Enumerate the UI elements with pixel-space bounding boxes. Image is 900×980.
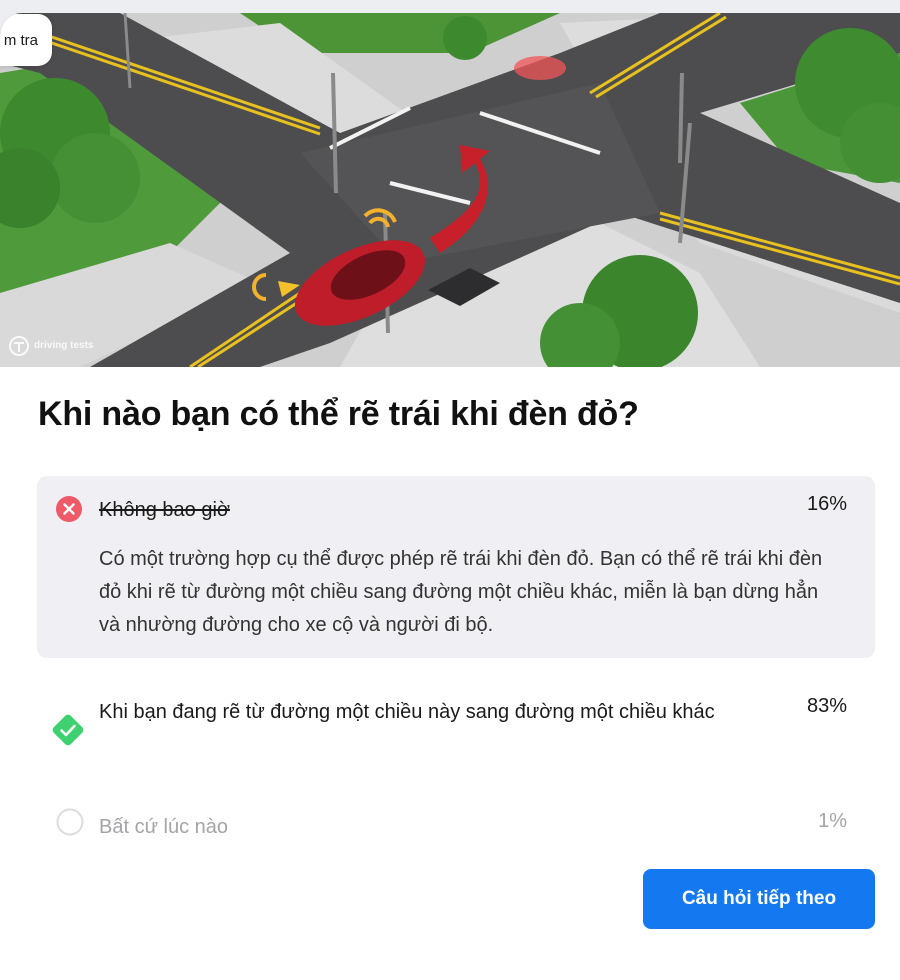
answer-text: Bất cứ lúc nào xyxy=(99,816,229,838)
answer-percent: 1% xyxy=(818,810,847,832)
answer-option-correct[interactable]: Khi bạn đang rẽ từ đường một chiều này s… xyxy=(37,685,875,775)
driving-tests-logo: driving tests xyxy=(8,335,93,357)
question-title: Khi nào bạn có thể rẽ trái khi đèn đỏ? xyxy=(38,395,639,433)
logo-text: driving tests xyxy=(34,340,94,351)
wrong-icon xyxy=(56,496,82,522)
radio-empty-icon xyxy=(56,808,84,836)
next-question-button[interactable]: Câu hỏi tiếp theo xyxy=(643,869,875,929)
back-label: m tra xyxy=(3,31,38,49)
intersection-image xyxy=(0,13,900,367)
answer-text: Khi bạn đang rẽ từ đường một chiều này s… xyxy=(99,701,715,723)
answer-explanation: Có một trường hợp cụ thể được phép rẽ tr… xyxy=(99,548,823,636)
check-icon xyxy=(52,714,84,746)
answer-option-unselected[interactable]: Bất cứ lúc nào 1% xyxy=(37,795,875,845)
logo-icon xyxy=(9,336,29,356)
next-question-label: Câu hỏi tiếp theo xyxy=(681,888,837,909)
answer-percent: 83% xyxy=(806,695,847,717)
answer-percent: 16% xyxy=(806,493,847,515)
answer-text: Không bao giờ xyxy=(99,499,230,521)
question-illustration: m tra driving tests xyxy=(0,13,900,367)
answer-option-wrong[interactable]: Không bao giờ 16% Có một trường hợp cụ t… xyxy=(37,476,875,658)
back-button[interactable]: m tra xyxy=(0,14,52,66)
